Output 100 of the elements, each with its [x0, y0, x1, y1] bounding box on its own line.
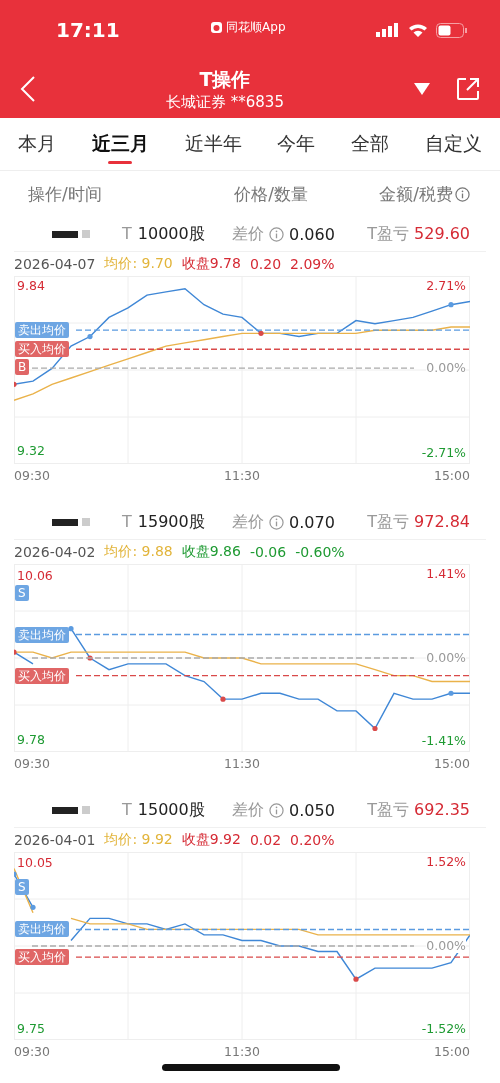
wifi-icon	[408, 23, 428, 37]
column-header: 金额/税费	[379, 182, 453, 206]
time-axis-label: 09:30	[14, 467, 51, 483]
time-axis-label: 11:30	[224, 755, 260, 771]
trade-type-label: T	[122, 511, 132, 533]
high-price-label: 10.05	[17, 855, 53, 871]
high-percent-label: 2.71%	[426, 278, 466, 293]
info-icon[interactable]	[269, 802, 284, 818]
redaction-mark	[52, 518, 90, 526]
trade-point	[220, 696, 226, 702]
spread-value: 0.050	[289, 800, 335, 820]
spread-label: 差价	[232, 511, 264, 533]
pnl-label: T盈亏	[367, 511, 409, 533]
close-price: 收盘9.92	[181, 831, 241, 849]
period-tab[interactable]: 本月	[13, 118, 60, 170]
info-icon[interactable]	[269, 514, 284, 530]
average-price: 均价: 9.88	[104, 543, 173, 561]
trade-quantity: 15900股	[137, 511, 205, 533]
trade-point	[14, 381, 17, 387]
buy-average-tag: 买入均价	[15, 341, 69, 358]
trade-point	[353, 976, 359, 982]
trade-date: 2026-04-02	[14, 544, 96, 560]
signal-icon	[376, 23, 400, 37]
trade-marker: B	[15, 359, 30, 376]
close-price: 收盘9.86	[181, 543, 241, 561]
app-label: 同花顺App	[226, 18, 286, 36]
spread-value: 0.060	[289, 224, 335, 244]
low-price-label: 9.78	[17, 732, 45, 748]
spread-label: 差价	[232, 799, 264, 821]
price-change: 0.20	[249, 256, 282, 272]
buy-average-tag: 买入均价	[15, 949, 69, 966]
trade-point	[258, 330, 264, 336]
price-change: 0.02	[249, 832, 282, 848]
trade-date: 2026-04-01	[14, 832, 96, 848]
average-price: 均价: 9.92	[104, 831, 173, 849]
redaction-mark	[52, 230, 90, 238]
trade-quantity: 10000股	[137, 223, 205, 245]
period-tab[interactable]: 自定义	[421, 118, 487, 170]
low-percent-label: -1.52%	[421, 1021, 466, 1036]
trade-type-label: T	[122, 223, 132, 245]
trade-type-label: T	[122, 799, 132, 821]
sell-average-tag: 卖出均价	[15, 322, 69, 339]
pnl-label: T盈亏	[367, 799, 409, 821]
period-tab[interactable]: 全部	[347, 118, 394, 170]
redaction-mark	[52, 806, 90, 814]
trade-date: 2026-04-07	[14, 256, 96, 272]
zero-percent-label: 0.00%	[426, 938, 466, 953]
page-title: T操作	[199, 66, 251, 92]
high-price-label: 9.84	[17, 277, 45, 293]
trade-quantity: 15000股	[137, 799, 205, 821]
time-axis-label: 09:30	[14, 1043, 51, 1059]
period-tab[interactable]: 近半年	[180, 118, 246, 170]
high-price-label: 10.06	[17, 567, 53, 583]
high-percent-label: 1.41%	[426, 566, 466, 581]
high-percent-label: 1.52%	[426, 854, 466, 869]
info-icon[interactable]	[269, 226, 284, 242]
time-axis-label: 15:00	[433, 467, 470, 483]
price-change: -0.06	[249, 544, 287, 560]
trade-point	[14, 649, 17, 655]
pnl-value: 972.84	[414, 511, 470, 533]
share-icon[interactable]	[456, 77, 480, 101]
trade-point	[68, 626, 74, 632]
info-icon[interactable]	[455, 186, 470, 202]
trade-point	[87, 333, 93, 340]
app-logo-icon	[210, 20, 224, 34]
spread-value: 0.070	[289, 512, 335, 532]
change-percent: -0.60%	[295, 544, 345, 560]
change-percent: 0.20%	[290, 832, 335, 848]
pnl-value: 529.60	[414, 223, 470, 245]
average-price: 均价: 9.70	[104, 255, 173, 273]
sell-average-tag: 卖出均价	[15, 921, 69, 938]
time-axis-label: 15:00	[433, 1043, 470, 1059]
trade-marker: S	[15, 584, 29, 601]
dropdown-icon[interactable]	[414, 83, 430, 95]
sell-average-tag: 卖出均价	[15, 626, 69, 643]
trade-point	[448, 690, 454, 696]
buy-average-tag: 买入均价	[15, 667, 69, 684]
status-time: 17:11	[56, 18, 120, 42]
time-axis-label: 11:30	[224, 1043, 260, 1059]
trade-marker: S	[15, 879, 29, 896]
period-tab[interactable]: 今年	[273, 118, 320, 170]
pnl-value: 692.35	[414, 799, 470, 821]
time-axis-label: 15:00	[433, 755, 470, 771]
account-subtitle: 长城证券 **6835	[166, 92, 284, 112]
trade-point	[14, 871, 17, 877]
change-percent: 2.09%	[290, 256, 335, 272]
trade-point	[87, 655, 93, 661]
back-icon[interactable]	[20, 75, 36, 103]
time-axis-label: 11:30	[224, 467, 260, 483]
trade-point	[30, 904, 36, 910]
low-percent-label: -1.41%	[421, 733, 466, 748]
pnl-label: T盈亏	[367, 223, 409, 245]
spread-label: 差价	[232, 223, 264, 245]
zero-percent-label: 0.00%	[426, 650, 466, 665]
trade-point	[448, 302, 454, 308]
time-axis-label: 09:30	[14, 755, 51, 771]
period-tab[interactable]: 近三月	[87, 118, 153, 170]
column-header: 操作/时间	[28, 182, 103, 206]
battery-icon	[436, 22, 468, 38]
column-header: 价格/数量	[234, 182, 309, 206]
